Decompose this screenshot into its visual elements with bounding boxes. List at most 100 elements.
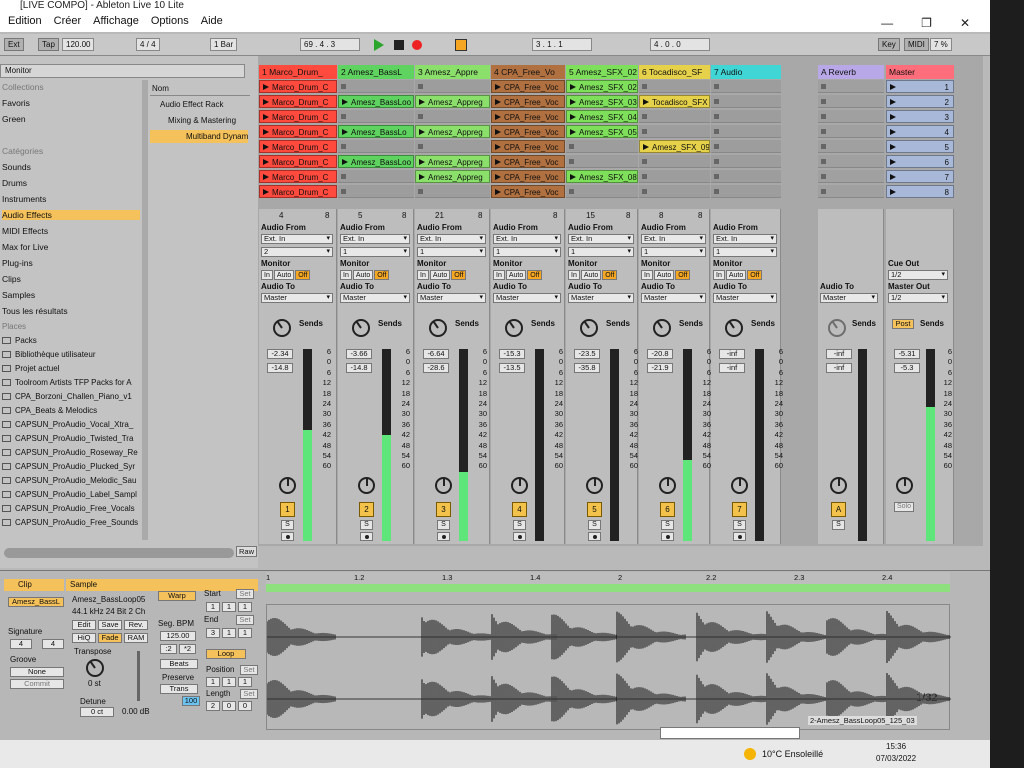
groove-select[interactable]: None bbox=[10, 667, 64, 677]
pan-knob[interactable] bbox=[731, 477, 748, 494]
name-column-header[interactable]: Nom bbox=[150, 84, 250, 96]
clip-slot-filled[interactable]: Amesz_BassLoo bbox=[338, 155, 414, 168]
start-sixteenth[interactable]: 1 bbox=[238, 602, 252, 612]
stop-icon[interactable] bbox=[394, 40, 404, 50]
arm-button[interactable] bbox=[360, 532, 373, 541]
quantize-menu[interactable]: 1 Bar bbox=[210, 38, 238, 51]
place-item[interactable]: Toolroom Artists TFP Packs for A bbox=[2, 378, 132, 387]
gain-slider[interactable] bbox=[137, 651, 140, 701]
solo-button[interactable]: S bbox=[832, 520, 845, 530]
place-item[interactable]: Bibliothèque utilisateur bbox=[2, 350, 96, 359]
solo-button[interactable]: S bbox=[360, 520, 373, 530]
maximize-icon[interactable]: ❐ bbox=[921, 16, 932, 30]
clip-slot-empty[interactable] bbox=[711, 110, 781, 123]
track-header-5[interactable]: 5 Amesz_SFX_02 bbox=[566, 65, 638, 79]
peak-level[interactable]: -21.9 bbox=[647, 363, 673, 373]
monitor-auto-button[interactable]: Auto bbox=[273, 270, 295, 280]
pan-knob[interactable] bbox=[511, 477, 528, 494]
category-all-results[interactable]: Tous les résultats bbox=[2, 306, 68, 316]
scene-launch[interactable]: 1 bbox=[886, 80, 954, 93]
clip-slot-filled[interactable]: Amesz_BassLo bbox=[338, 125, 414, 138]
master-meter[interactable] bbox=[926, 349, 935, 541]
monitor-off-button[interactable]: Off bbox=[602, 270, 618, 280]
peak-level[interactable]: -28.6 bbox=[423, 363, 449, 373]
volume-field[interactable]: -inf bbox=[826, 349, 852, 359]
raw-button[interactable]: Raw bbox=[236, 546, 258, 557]
input-channel-select[interactable]: 1 bbox=[340, 247, 410, 257]
solo-button[interactable]: S bbox=[281, 520, 294, 530]
clip-slot-filled[interactable]: Marco_Drum_C bbox=[259, 95, 337, 108]
track-header-7[interactable]: 7 Audio bbox=[711, 65, 781, 79]
place-item[interactable]: CAPSUN_ProAudio_Label_Sampl bbox=[2, 490, 137, 499]
monitor-in-button[interactable]: In bbox=[568, 270, 580, 280]
reverse-button[interactable]: Rev. bbox=[124, 620, 148, 630]
audio-to-select[interactable]: Master bbox=[713, 293, 777, 303]
return-slot[interactable] bbox=[818, 140, 884, 153]
end-sixteenth[interactable]: 1 bbox=[238, 628, 252, 638]
loop-start-field[interactable]: 3 . 1 . 1 bbox=[532, 38, 592, 51]
start-beat[interactable]: 1 bbox=[222, 602, 236, 612]
monitor-in-button[interactable]: In bbox=[641, 270, 653, 280]
track-activator[interactable]: 2 bbox=[359, 502, 374, 517]
clip-slot-empty[interactable] bbox=[639, 125, 710, 138]
clip-slot-filled[interactable]: CPA_Free_Voc bbox=[491, 80, 565, 93]
audio-from-select[interactable]: Ext. In bbox=[417, 234, 486, 244]
send-a-knob[interactable] bbox=[429, 319, 447, 337]
clip-slot-filled[interactable]: Amesz_SFX_03 bbox=[566, 95, 638, 108]
key-map-button[interactable]: Key bbox=[878, 38, 900, 51]
arm-button[interactable] bbox=[661, 532, 674, 541]
level-meter[interactable] bbox=[610, 349, 619, 541]
input-channel-select[interactable]: 1 bbox=[713, 247, 777, 257]
close-icon[interactable]: ✕ bbox=[960, 16, 970, 30]
clip-slot-filled[interactable]: Amesz_SFX_02 bbox=[566, 80, 638, 93]
track-activator[interactable]: 5 bbox=[587, 502, 602, 517]
send-a-knob[interactable] bbox=[352, 319, 370, 337]
monitor-auto-button[interactable]: Auto bbox=[505, 270, 527, 280]
ram-button[interactable]: RAM bbox=[124, 633, 148, 643]
midi-map-button[interactable]: MIDI bbox=[904, 38, 929, 51]
arrangement-position[interactable]: 69 . 4 . 3 bbox=[300, 38, 360, 51]
volume-field[interactable]: -3.66 bbox=[346, 349, 372, 359]
tree-item[interactable]: Mixing & Mastering bbox=[168, 116, 236, 125]
clip-slot-empty[interactable] bbox=[566, 185, 638, 198]
clip-slot-filled[interactable]: Marco_Drum_C bbox=[259, 110, 337, 123]
peak-level[interactable]: -inf bbox=[719, 363, 745, 373]
volume-field[interactable]: -23.5 bbox=[574, 349, 600, 359]
level-meter[interactable] bbox=[459, 349, 468, 541]
clip-slot-empty[interactable] bbox=[338, 110, 414, 123]
clip-slot-filled[interactable]: CPA_Free_Voc bbox=[491, 170, 565, 183]
arm-button[interactable] bbox=[513, 532, 526, 541]
track-activator[interactable]: 1 bbox=[280, 502, 295, 517]
clip-slot-filled[interactable]: Marco_Drum_C bbox=[259, 125, 337, 138]
audio-to-select[interactable]: Master bbox=[493, 293, 561, 303]
menu-creer[interactable]: Créer bbox=[54, 15, 82, 27]
clip-slot-empty[interactable] bbox=[711, 125, 781, 138]
send-a-knob[interactable] bbox=[580, 319, 598, 337]
loop-button[interactable]: Loop bbox=[206, 649, 246, 659]
browser-divider[interactable] bbox=[142, 80, 148, 540]
clip-slot-empty[interactable] bbox=[415, 80, 490, 93]
start-bar[interactable]: 1 bbox=[206, 602, 220, 612]
menu-affichage[interactable]: Affichage bbox=[93, 15, 139, 27]
master-header[interactable]: Master bbox=[886, 65, 954, 79]
preserve-select[interactable]: Trans bbox=[160, 684, 198, 694]
monitor-off-button[interactable]: Off bbox=[527, 270, 543, 280]
record-icon[interactable] bbox=[412, 40, 422, 50]
set-end-button[interactable]: Set bbox=[236, 615, 254, 625]
solo-button[interactable]: S bbox=[588, 520, 601, 530]
category-samples[interactable]: Samples bbox=[2, 290, 35, 300]
category-plugins[interactable]: Plug-ins bbox=[2, 258, 33, 268]
monitor-off-button[interactable]: Off bbox=[295, 270, 311, 280]
set-start-button[interactable]: Set bbox=[236, 589, 254, 599]
warp-button[interactable]: Warp bbox=[158, 591, 196, 601]
end-bar[interactable]: 3 bbox=[206, 628, 220, 638]
preview-scrubber[interactable] bbox=[4, 548, 234, 558]
monitor-auto-button[interactable]: Auto bbox=[429, 270, 451, 280]
level-meter[interactable] bbox=[755, 349, 764, 541]
pan-knob[interactable] bbox=[830, 477, 847, 494]
level-meter[interactable] bbox=[683, 349, 692, 541]
clip-slot-filled[interactable]: CPA_Free_Voc bbox=[491, 155, 565, 168]
solo-button[interactable]: S bbox=[513, 520, 526, 530]
clip-slot-empty[interactable] bbox=[711, 95, 781, 108]
monitor-off-button[interactable]: Off bbox=[675, 270, 691, 280]
